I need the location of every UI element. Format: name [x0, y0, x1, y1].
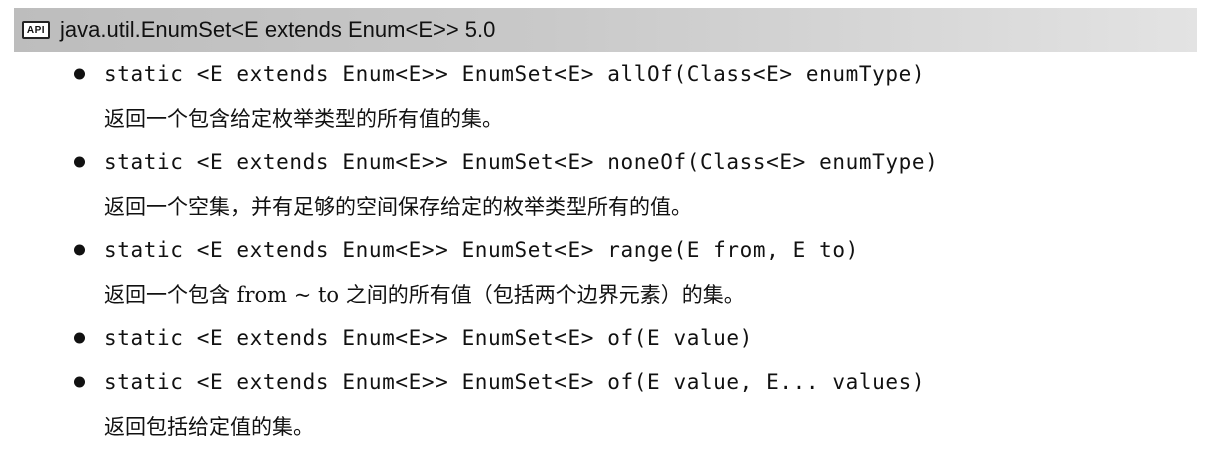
- method-signature: static <E extends Enum<E>> EnumSet<E> ra…: [104, 238, 859, 262]
- method-entry-allof: static <E extends Enum<E>> EnumSet<E> al…: [0, 52, 1207, 140]
- method-entry-of-varargs: static <E extends Enum<E>> EnumSet<E> of…: [0, 360, 1207, 448]
- method-description: 返回包括给定值的集。: [104, 415, 314, 439]
- method-signature: static <E extends Enum<E>> EnumSet<E> of…: [104, 326, 753, 350]
- method-entry-of-single: static <E extends Enum<E>> EnumSet<E> of…: [0, 316, 1207, 360]
- method-list: static <E extends Enum<E>> EnumSet<E> al…: [0, 52, 1207, 448]
- bullet-icon: [74, 332, 85, 344]
- method-entry-range: static <E extends Enum<E>> EnumSet<E> ra…: [0, 228, 1207, 316]
- method-description: 返回一个包含 from ~ to 之间的所有值（包括两个边界元素）的集。: [104, 283, 745, 307]
- bullet-icon: [74, 244, 85, 256]
- bullet-icon: [74, 156, 85, 168]
- bullet-icon: [74, 68, 85, 80]
- method-description: 返回一个包含给定枚举类型的所有值的集。: [104, 107, 503, 131]
- method-entry-noneof: static <E extends Enum<E>> EnumSet<E> no…: [0, 140, 1207, 228]
- bullet-icon: [74, 376, 85, 388]
- method-description: 返回一个空集，并有足够的空间保存给定的枚举类型所有的值。: [104, 195, 692, 219]
- api-badge-icon: API: [22, 21, 50, 39]
- api-class-title: java.util.EnumSet<E extends Enum<E>> 5.0: [60, 17, 496, 42]
- api-header: API java.util.EnumSet<E extends Enum<E>>…: [14, 8, 1197, 52]
- method-signature: static <E extends Enum<E>> EnumSet<E> of…: [104, 370, 926, 394]
- method-signature: static <E extends Enum<E>> EnumSet<E> al…: [104, 62, 926, 86]
- method-signature: static <E extends Enum<E>> EnumSet<E> no…: [104, 150, 939, 174]
